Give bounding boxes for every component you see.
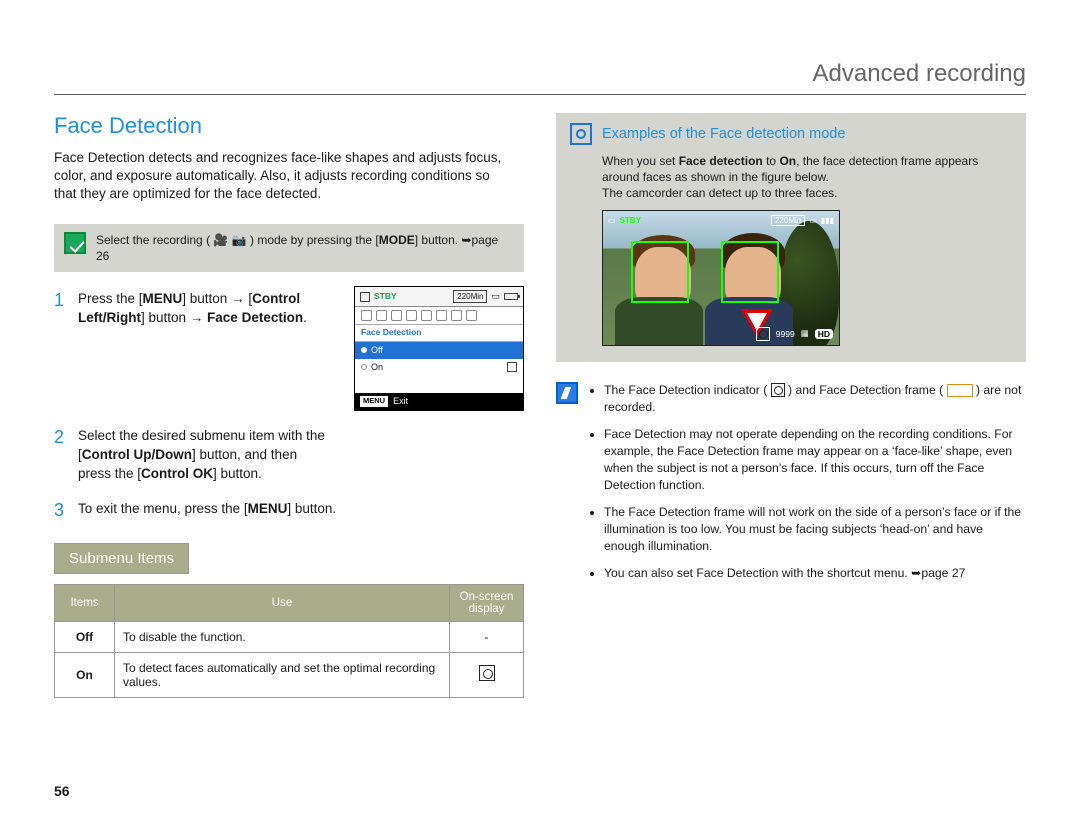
intro-text: Face Detection detects and recognizes fa… bbox=[54, 149, 514, 204]
face-detect-icon bbox=[479, 665, 495, 681]
magnifier-icon bbox=[570, 123, 592, 145]
lcd-screenshot: STBY 220Min ▭ bbox=[354, 286, 524, 411]
cell-off-label: Off bbox=[76, 630, 93, 644]
step-1-body: STBY 220Min ▭ bbox=[78, 290, 524, 411]
lcd-menu-tag: MENU bbox=[360, 396, 388, 407]
cell-on-display bbox=[450, 652, 524, 697]
lcd-icon-2 bbox=[376, 310, 387, 321]
list-item: Face Detection may not operate depending… bbox=[604, 426, 1026, 494]
radio-selected-icon bbox=[361, 347, 367, 353]
card-icon-2: ▭ bbox=[809, 216, 817, 225]
notes-list: The Face Detection indicator ( ) and Fac… bbox=[604, 382, 1026, 593]
lcd-icon-7 bbox=[451, 310, 462, 321]
face-frame-1 bbox=[631, 241, 689, 303]
lcd-icon-4 bbox=[406, 310, 417, 321]
step-number-1: 1 bbox=[54, 290, 66, 411]
lcd-option-on: On bbox=[355, 359, 523, 376]
card-icon: ▭ bbox=[608, 216, 616, 225]
example-body: When you set Face detection to On, the f… bbox=[602, 153, 1012, 202]
face-detect-small-icon bbox=[507, 362, 517, 372]
cell-on-desc: To detect faces automatically and set th… bbox=[115, 652, 450, 697]
lcd-icon-8 bbox=[466, 310, 477, 321]
lcd-icon-1 bbox=[361, 310, 372, 321]
cell-off-desc: To disable the function. bbox=[115, 621, 450, 652]
table-row: On To detect faces automatically and set… bbox=[55, 652, 524, 697]
cell-on-label: On bbox=[76, 668, 93, 682]
photo-stby: STBY bbox=[620, 216, 641, 225]
manual-page: Advanced recording Face Detection Face D… bbox=[0, 0, 1080, 825]
notes-block: The Face Detection indicator ( ) and Fac… bbox=[556, 382, 1026, 593]
example-photo: ▭ STBY 220Min ▭ ▮▮▮ 9999 ▦ HD bbox=[602, 210, 840, 346]
lcd-exit-label: Exit bbox=[393, 395, 408, 408]
th-use: Use bbox=[115, 584, 450, 621]
page-header: Advanced recording bbox=[54, 60, 1026, 95]
face-detect-icon bbox=[771, 383, 785, 397]
radio-unselected-icon bbox=[361, 364, 367, 370]
left-column: Face Detection Face Detection detects an… bbox=[54, 113, 524, 698]
face-detect-icon bbox=[756, 327, 770, 341]
lcd-icon-5 bbox=[421, 310, 432, 321]
frame-rect-icon bbox=[947, 384, 973, 397]
mode-note-box: Select the recording ( 🎥 📷 ) mode by pre… bbox=[54, 224, 524, 272]
step-number-3: 3 bbox=[54, 500, 66, 521]
list-item: The Face Detection frame will not work o… bbox=[604, 504, 1026, 555]
submenu-table: Items Use On-screen display Off To disab… bbox=[54, 584, 524, 698]
example-title: Examples of the Face detection mode bbox=[602, 126, 845, 142]
photo-count: 9999 bbox=[776, 329, 795, 339]
note-icon bbox=[556, 382, 578, 404]
face-frame-2 bbox=[721, 241, 779, 303]
lcd-stby: STBY bbox=[374, 291, 397, 303]
table-row: Off To disable the function. - bbox=[55, 621, 524, 652]
camera-icon: 📷 bbox=[232, 233, 247, 247]
mode-note-text: Select the recording ( 🎥 📷 ) mode by pre… bbox=[96, 232, 514, 264]
lcd-icon-3 bbox=[391, 310, 402, 321]
card-icon-small: ▭ bbox=[491, 290, 500, 303]
th-items: Items bbox=[55, 584, 115, 621]
cell-off-display: - bbox=[450, 621, 524, 652]
photo-overlay-top: ▭ STBY 220Min ▭ ▮▮▮ bbox=[608, 215, 834, 226]
section-title: Face Detection bbox=[54, 113, 524, 139]
page-number: 56 bbox=[54, 783, 70, 799]
video-icon: 🎥 bbox=[213, 233, 228, 247]
list-item: You can also set Face Detection with the… bbox=[604, 565, 1026, 582]
lcd-menu-label: Face Detection bbox=[355, 325, 523, 342]
hd-badge: HD bbox=[815, 329, 833, 339]
photo-overlay-bottom: 9999 ▦ HD bbox=[756, 327, 833, 341]
submenu-heading: Submenu Items bbox=[54, 543, 189, 574]
lcd-time: 220Min bbox=[453, 290, 487, 303]
step-3-body: To exit the menu, press the [MENU] butto… bbox=[78, 500, 524, 521]
example-panel: Examples of the Face detection mode When… bbox=[556, 113, 1026, 362]
storage-icon: ▦ bbox=[801, 328, 809, 339]
right-column: Examples of the Face detection mode When… bbox=[556, 113, 1026, 698]
card-icon bbox=[360, 292, 370, 302]
step-number-2: 2 bbox=[54, 427, 66, 484]
check-icon bbox=[64, 232, 86, 254]
lcd-icon-6 bbox=[436, 310, 447, 321]
photo-time: 220Min bbox=[771, 215, 805, 226]
step-2-body: Select the desired submenu item with the… bbox=[78, 427, 328, 484]
battery-icon bbox=[504, 293, 518, 300]
steps-list: 1 STBY 220Min bbox=[54, 290, 524, 521]
th-display: On-screen display bbox=[450, 584, 524, 621]
battery-icon: ▮▮▮ bbox=[821, 216, 834, 225]
list-item: The Face Detection indicator ( ) and Fac… bbox=[604, 382, 1026, 416]
lcd-option-off: Off bbox=[355, 342, 523, 359]
